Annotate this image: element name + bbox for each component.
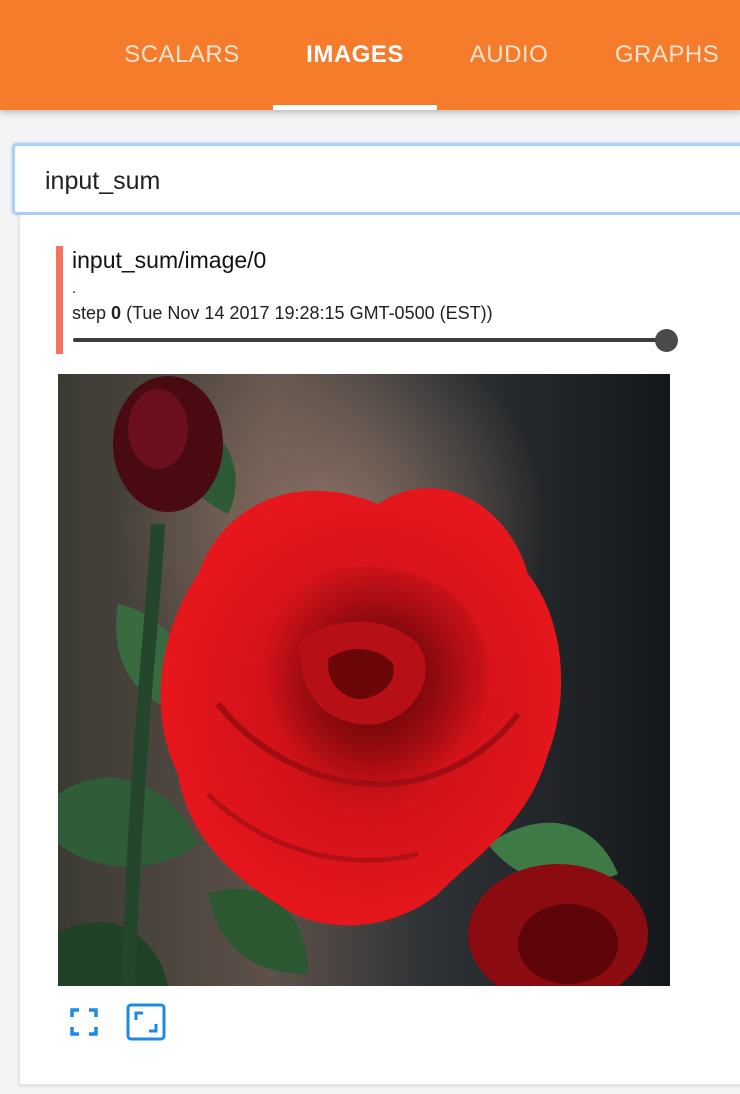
active-tab-indicator: [273, 105, 437, 110]
step-info: step 0 (Tue Nov 14 2017 19:28:15 GMT-050…: [72, 303, 493, 324]
tag-filter-input[interactable]: [45, 164, 725, 198]
step-value: 0: [111, 303, 122, 323]
fullscreen-icon[interactable]: [70, 1008, 98, 1036]
tab-audio[interactable]: AUDIO: [452, 0, 566, 110]
actual-size-icon[interactable]: [126, 1003, 166, 1041]
step-label: step: [72, 303, 107, 323]
card-dot: .: [72, 280, 77, 297]
step-timestamp: (Tue Nov 14 2017 19:28:15 GMT-0500 (EST)…: [126, 303, 493, 323]
card-accent-bar: [56, 246, 63, 354]
tab-graphs[interactable]: GRAPHS: [596, 0, 738, 110]
step-slider-track[interactable]: [73, 338, 667, 342]
top-tab-bar: SCALARS IMAGES AUDIO GRAPHS: [0, 0, 740, 110]
summary-image: [58, 374, 670, 986]
tab-images[interactable]: IMAGES: [273, 0, 437, 110]
tab-scalars[interactable]: SCALARS: [106, 0, 258, 110]
tag-filter-field[interactable]: [12, 143, 740, 215]
card-title: input_sum/image/0: [72, 247, 267, 273]
step-slider-knob[interactable]: [655, 329, 678, 352]
